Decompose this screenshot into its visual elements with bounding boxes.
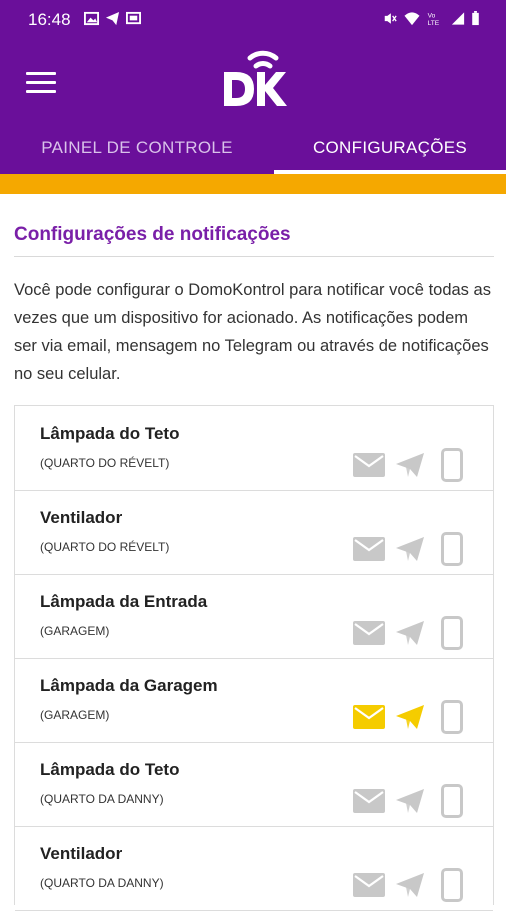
device-row: Lâmpada do Teto (QUARTO DO RÉVELT) xyxy=(15,406,493,491)
status-time: 16:48 xyxy=(28,10,71,29)
device-list: Lâmpada do Teto (QUARTO DO RÉVELT) Ventila… xyxy=(14,405,494,911)
status-bar: 16:48 Vo LTE xyxy=(0,0,506,38)
device-name: Lâmpada da Garagem xyxy=(40,676,218,695)
cast-icon xyxy=(126,11,141,25)
gallery-icon xyxy=(84,11,99,26)
tab-bar: PAINEL DE CONTROLE CONFIGURAÇÕES xyxy=(0,122,506,174)
telegram-notification-icon[interactable] xyxy=(395,452,425,478)
device-room: (QUARTO DA DANNY) xyxy=(40,876,164,890)
section-description: Você pode configurar o DomoKontrol para … xyxy=(14,281,491,383)
status-system-icons: Vo LTE xyxy=(383,11,480,26)
phone-notification-icon[interactable] xyxy=(441,616,463,650)
device-name: Lâmpada da Entrada xyxy=(40,592,208,611)
section-divider xyxy=(14,256,494,257)
phone-notification-icon[interactable] xyxy=(441,868,463,902)
phone-notification-icon[interactable] xyxy=(441,700,463,734)
device-name: Ventilador xyxy=(40,844,123,863)
battery-icon xyxy=(472,11,479,26)
accent-stripe xyxy=(0,174,506,194)
phone-notification-icon[interactable] xyxy=(441,784,463,818)
email-notification-icon[interactable] xyxy=(353,789,385,813)
signal-icon xyxy=(451,12,465,25)
telegram-notification-icon[interactable] xyxy=(395,536,425,562)
device-row: Lâmpada da Garagem (GARAGEM) xyxy=(15,658,493,743)
domokontrol-logo xyxy=(224,50,287,106)
email-notification-icon[interactable] xyxy=(353,873,385,897)
app-bar: PAINEL DE CONTROLE CONFIGURAÇÕES xyxy=(0,38,506,174)
device-name: Ventilador xyxy=(40,508,123,527)
status-notification-icons xyxy=(84,11,141,26)
device-room: (QUARTO DO RÉVELT) xyxy=(40,456,170,470)
device-row: Lâmpada da Entrada (GARAGEM) xyxy=(15,574,493,659)
email-notification-icon[interactable] xyxy=(353,537,385,561)
svg-text:Vo: Vo xyxy=(428,13,436,20)
device-room: (QUARTO DO RÉVELT) xyxy=(40,540,170,554)
telegram-notification-icon[interactable] xyxy=(395,704,425,730)
telegram-notification-icon[interactable] xyxy=(395,620,425,646)
hamburger-menu-icon[interactable] xyxy=(26,72,56,94)
telegram-icon xyxy=(105,11,120,26)
mute-icon xyxy=(384,13,397,24)
wifi-icon xyxy=(404,12,420,26)
device-row: Ventilador (QUARTO DO RÉVELT) xyxy=(15,490,493,575)
device-room: (GARAGEM) xyxy=(40,708,110,722)
telegram-notification-icon[interactable] xyxy=(395,788,425,814)
device-room: (QUARTO DA DANNY) xyxy=(40,792,164,806)
device-row: Ventilador (QUARTO DA DANNY) xyxy=(15,826,493,911)
phone-notification-icon[interactable] xyxy=(441,532,463,566)
volte-icon: VoLTE xyxy=(428,13,440,26)
device-row: Lâmpada do Teto (QUARTO DA DANNY) xyxy=(15,742,493,827)
tab-configuracoes[interactable]: CONFIGURAÇÕES xyxy=(274,122,506,174)
phone-notification-icon[interactable] xyxy=(441,448,463,482)
device-room: (GARAGEM) xyxy=(40,624,110,638)
section-title: Configurações de notificações xyxy=(14,224,291,245)
telegram-notification-icon[interactable] xyxy=(395,872,425,898)
device-name: Lâmpada do Teto xyxy=(40,760,180,779)
tab-painel-de-controle[interactable]: PAINEL DE CONTROLE xyxy=(0,122,274,174)
device-name: Lâmpada do Teto xyxy=(40,424,180,443)
email-notification-icon[interactable] xyxy=(353,705,385,729)
email-notification-icon[interactable] xyxy=(353,621,385,645)
svg-text:LTE: LTE xyxy=(428,20,440,26)
email-notification-icon[interactable] xyxy=(353,453,385,477)
